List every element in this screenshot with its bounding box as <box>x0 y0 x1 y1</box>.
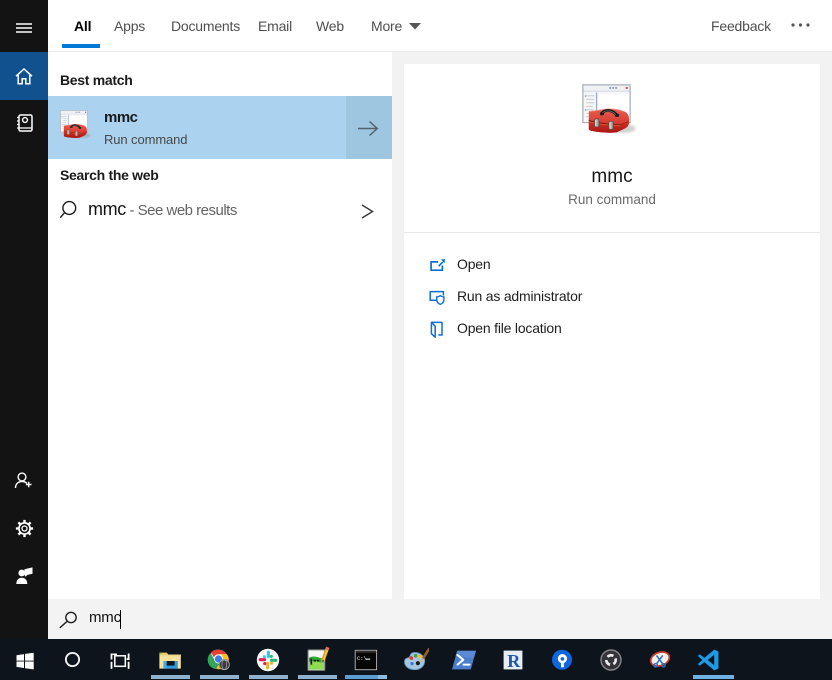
svg-text:R: R <box>507 651 521 671</box>
svg-text:C:\: C:\ <box>357 656 367 662</box>
